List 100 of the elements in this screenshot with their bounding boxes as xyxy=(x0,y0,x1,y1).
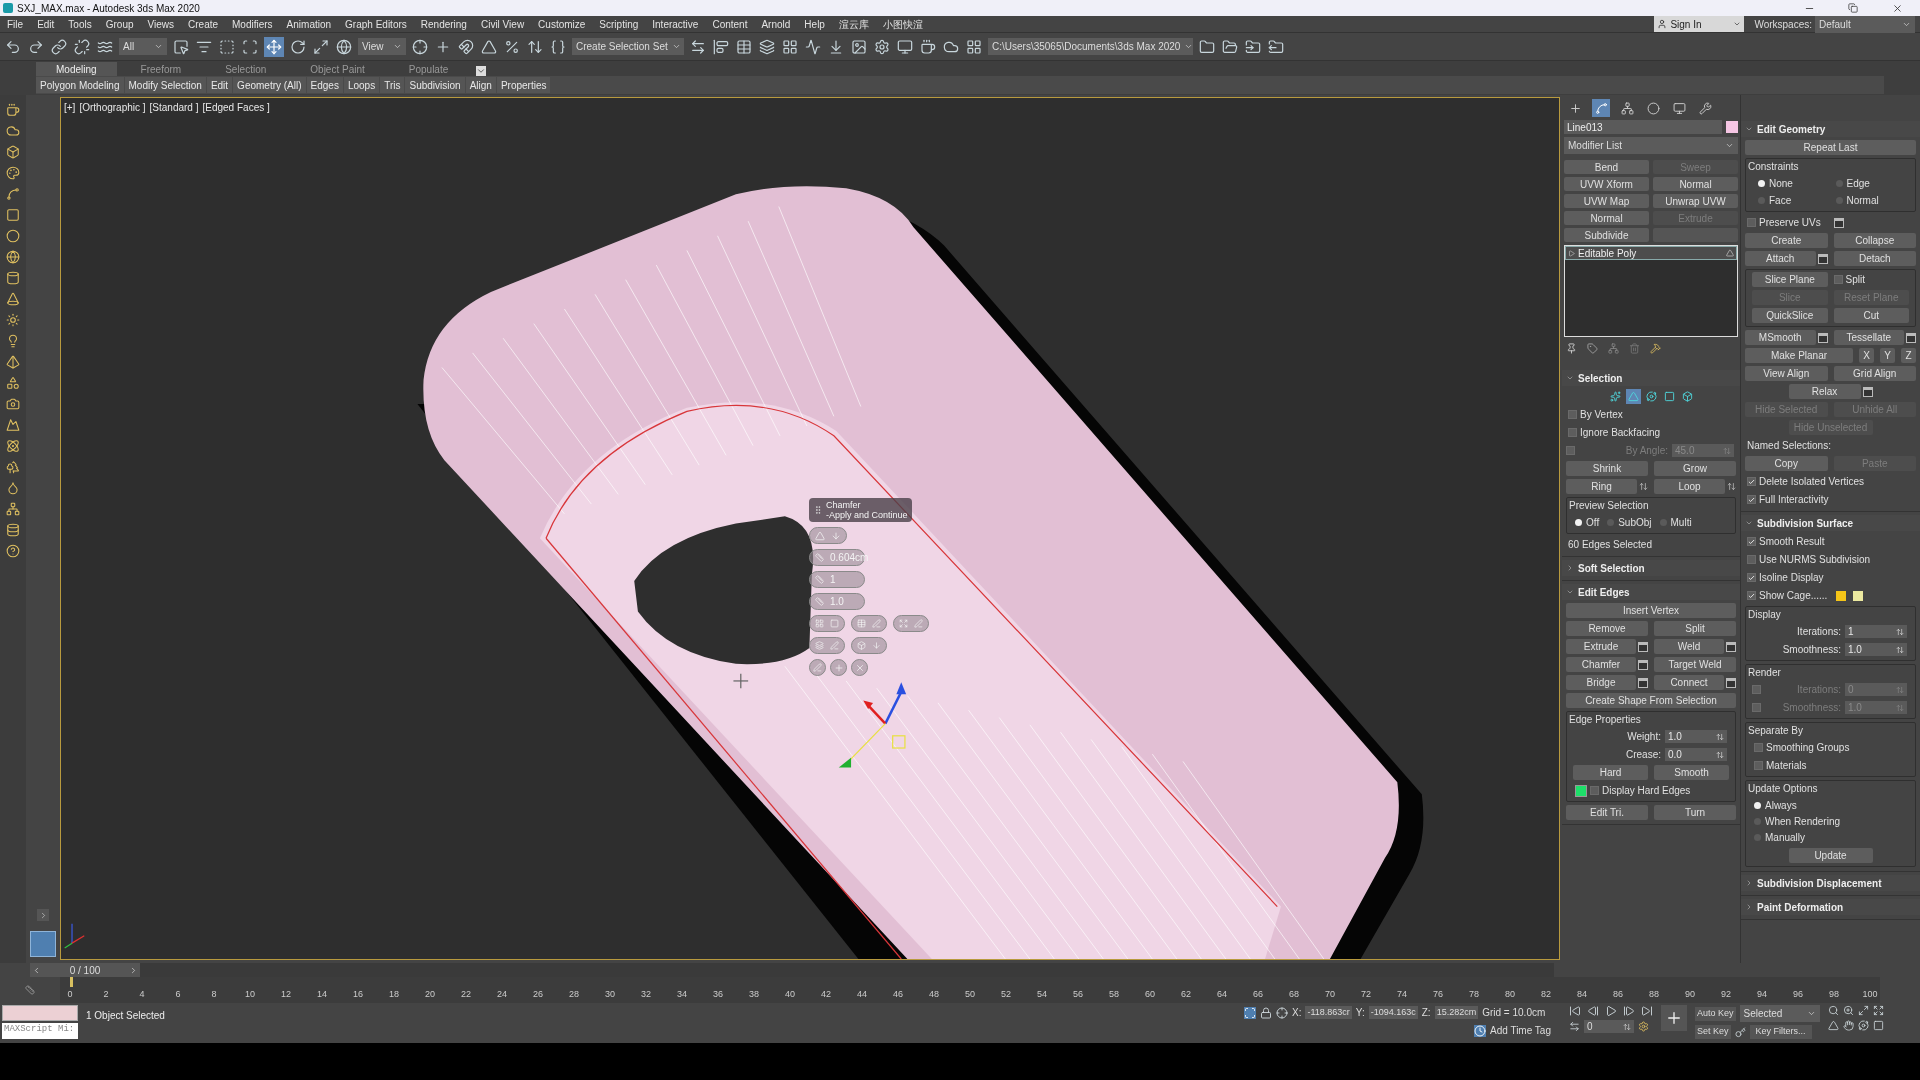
key-filters-button[interactable]: Key Filters... xyxy=(1749,1025,1812,1039)
command-button[interactable]: X xyxy=(1859,348,1874,363)
skip-forward-icon[interactable] xyxy=(1640,1005,1653,1017)
settings-box-icon[interactable] xyxy=(1638,659,1648,670)
help-icon[interactable] xyxy=(6,544,20,558)
box-icon[interactable] xyxy=(6,145,20,159)
command-button[interactable]: Loop xyxy=(1654,479,1725,494)
command-button[interactable]: Collapse xyxy=(1833,233,1916,248)
scan-icon[interactable] xyxy=(1244,1006,1256,1019)
checkbox[interactable] xyxy=(1568,410,1577,419)
modifier-button[interactable]: Unwrap UVW xyxy=(1653,194,1738,208)
bulb-icon[interactable] xyxy=(6,334,20,348)
selection-filter-dropdown[interactable]: All xyxy=(119,38,167,55)
gear-icon[interactable] xyxy=(1637,1021,1649,1032)
command-button[interactable]: Edit Tri. xyxy=(1566,805,1648,820)
ribbon-panel-tab[interactable]: Edges xyxy=(306,77,343,93)
spinner-arrows-icon[interactable] xyxy=(1716,750,1724,759)
command-button[interactable]: Target Weld xyxy=(1654,657,1736,672)
command-button[interactable]: Cut xyxy=(1833,308,1909,323)
command-button[interactable]: Remove xyxy=(1566,621,1648,636)
expand-icon[interactable] xyxy=(1872,1005,1884,1016)
command-button[interactable]: View Align xyxy=(1745,366,1828,381)
ribbon-panel-tab[interactable]: Properties xyxy=(496,77,551,93)
settings-box-icon[interactable] xyxy=(1906,332,1916,343)
command-button[interactable]: Relax xyxy=(1788,384,1861,399)
command-button[interactable]: Grow xyxy=(1654,461,1736,476)
menu-item[interactable]: Tools xyxy=(61,16,99,32)
frame-spinner[interactable]: 0 xyxy=(1583,1020,1634,1033)
maximize-viewport-icon[interactable] xyxy=(1872,1020,1884,1031)
radio-button[interactable] xyxy=(1754,802,1761,809)
expand-button[interactable] xyxy=(37,909,49,921)
color-swatch[interactable] xyxy=(1853,590,1864,601)
command-button[interactable]: Tessellate xyxy=(1833,330,1904,345)
pin-icon[interactable] xyxy=(1566,342,1577,354)
command-button[interactable]: Create Shape From Selection xyxy=(1566,693,1736,708)
command-button[interactable]: Slice Plane xyxy=(1752,272,1828,287)
menu-item[interactable]: Content xyxy=(705,16,755,32)
checkbox[interactable] xyxy=(1568,428,1577,437)
command-button[interactable]: Repeat Last xyxy=(1745,140,1916,155)
sphere-icon[interactable] xyxy=(6,250,20,264)
menu-item[interactable]: Help xyxy=(797,16,832,32)
rollout-header[interactable]: Edit Geometry xyxy=(1741,121,1920,137)
triangle-icon[interactable] xyxy=(1827,1020,1839,1031)
spinner-arrows-icon[interactable] xyxy=(1716,732,1724,741)
command-button[interactable]: Detach xyxy=(1833,251,1916,266)
radio-button[interactable] xyxy=(1758,180,1765,187)
crosshair-icon[interactable] xyxy=(1276,1006,1288,1019)
ribbon-tab[interactable]: Modeling xyxy=(36,62,117,76)
ribbon-panel-tab[interactable]: Polygon Modeling xyxy=(36,77,124,93)
maxscript-field[interactable]: MAXScript Mi: xyxy=(2,1023,78,1039)
rollout-header[interactable]: Edit Edges xyxy=(1562,584,1740,600)
command-button[interactable]: Copy xyxy=(1745,456,1828,471)
circle-icon[interactable] xyxy=(1644,99,1662,117)
spinner-arrows-icon[interactable] xyxy=(1727,482,1736,491)
wrench-icon[interactable] xyxy=(1696,99,1714,117)
coordinate-field[interactable]: 15.282cm xyxy=(1434,1006,1479,1019)
project-path-dropdown[interactable]: C:\Users\35065\Documents\3ds Max 2020 xyxy=(988,38,1193,55)
ribbon-panel-tab[interactable]: Geometry (All) xyxy=(233,77,306,93)
checkbox[interactable] xyxy=(1590,786,1599,795)
droplet-icon[interactable] xyxy=(6,481,20,495)
command-button[interactable]: Turn xyxy=(1654,805,1736,820)
move-icon[interactable] xyxy=(264,36,284,57)
spline-icon[interactable] xyxy=(6,187,20,201)
command-button[interactable]: Connect xyxy=(1654,675,1724,690)
named-selection-dropdown[interactable]: Create Selection Set xyxy=(572,38,684,55)
command-button[interactable]: Make Planar xyxy=(1745,348,1853,363)
checkbox[interactable] xyxy=(1747,537,1756,546)
modifier-button[interactable]: Subdivide xyxy=(1564,228,1649,242)
cup-icon[interactable] xyxy=(6,103,20,117)
caddy-header[interactable]: Chamfer -Apply and Continue xyxy=(809,498,912,522)
menu-item[interactable]: Customize xyxy=(531,16,593,32)
set-key-button[interactable]: Set Key xyxy=(1694,1025,1731,1039)
spinner-arrows-icon[interactable] xyxy=(1896,627,1904,636)
ribbon-panel-tab[interactable]: Tris xyxy=(380,77,405,93)
command-button[interactable]: QuickSlice xyxy=(1752,308,1828,323)
menu-item[interactable]: Interactive xyxy=(645,16,706,32)
command-button[interactable]: Weld xyxy=(1654,639,1724,654)
spinner-field[interactable]: 0.0 xyxy=(1665,748,1727,761)
cylinder-icon[interactable] xyxy=(6,271,20,285)
network-icon[interactable] xyxy=(6,502,20,516)
rollout-header[interactable]: Soft Selection xyxy=(1562,560,1740,576)
coordinate-field[interactable]: -118.863cr xyxy=(1305,1006,1352,1019)
clock-icon[interactable] xyxy=(1474,1024,1486,1037)
spinner-arrows-icon[interactable] xyxy=(1622,1022,1631,1031)
viewport-label[interactable]: [Edged Faces ] xyxy=(202,100,270,115)
command-button[interactable]: Insert Vertex xyxy=(1566,603,1736,618)
time-ruler[interactable]: 0 2 4 6 8 10 12 14 16 18 20 22 24 26 28 30 32 34 36 38 40 42 44 46 48 50 52 54 56 58 60 62 64 66 68 70 72 74 76 78 80 82 84 86 88 90 92 94 96 98 100 xyxy=(60,977,1880,1003)
set-key-big-button[interactable] xyxy=(1660,1005,1687,1031)
key-icon[interactable] xyxy=(1734,1026,1746,1038)
command-button[interactable]: Update xyxy=(1788,848,1873,863)
checkbox[interactable] xyxy=(1754,761,1763,770)
menu-item[interactable]: Create xyxy=(181,16,226,32)
rollout-header[interactable]: Selection xyxy=(1562,370,1740,386)
settings-box-icon[interactable] xyxy=(1862,386,1873,397)
menu-item[interactable]: Animation xyxy=(279,16,339,32)
settings-box-icon[interactable] xyxy=(1817,253,1828,264)
sparkle-dots-icon[interactable] xyxy=(1607,389,1623,404)
pyramid-icon[interactable] xyxy=(6,355,20,369)
object-color-swatch[interactable] xyxy=(1726,121,1738,133)
tree-icon[interactable] xyxy=(6,460,20,474)
